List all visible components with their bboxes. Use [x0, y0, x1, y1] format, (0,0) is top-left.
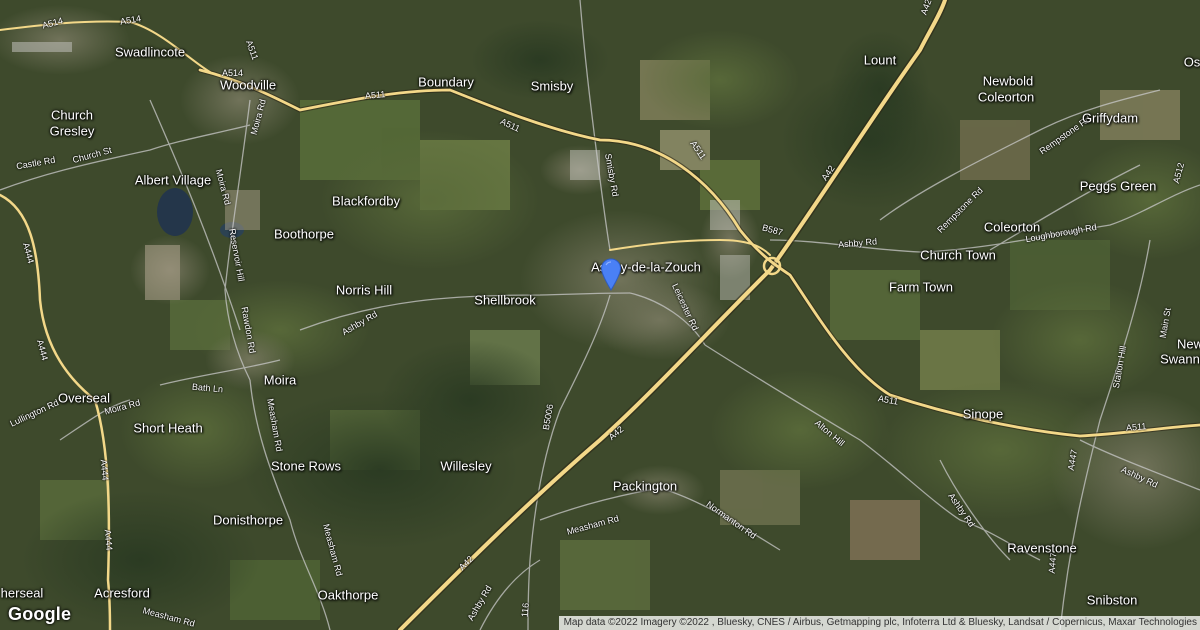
place-label: Peggs Green — [1079, 178, 1157, 194]
place-label: Church — [51, 107, 93, 123]
road-label: A511 — [364, 89, 386, 101]
location-pin-shape — [600, 258, 622, 291]
place-label: Blackfordby — [332, 193, 400, 209]
map-attribution[interactable]: Map data ©2022 Imagery ©2022 , Bluesky, … — [558, 616, 1200, 630]
place-label: Church Town — [920, 247, 996, 263]
place-label: Coleorton — [983, 219, 1041, 235]
place-label: Overseal — [57, 390, 111, 406]
place-label: Norris Hill — [335, 282, 393, 298]
place-label: Swannin — [1160, 351, 1200, 367]
place-label: Ravenstone — [1007, 540, 1077, 556]
place-label: Snibston — [1086, 592, 1138, 608]
road-label: A514 — [222, 68, 244, 78]
map-view[interactable]: A514 A514 A511 A514 Moira Rd A511 A511 A… — [0, 0, 1200, 630]
place-label: Oakthorpe — [317, 587, 379, 603]
place-label: Packington — [612, 478, 678, 494]
place-label: Smisby — [530, 78, 574, 94]
place-label: Donisthorpe — [212, 512, 284, 528]
place-label: Swadlincote — [114, 44, 186, 60]
road-label: A444 — [102, 529, 115, 551]
place-label: Boothorpe — [274, 226, 334, 242]
place-label: Willesley — [440, 458, 492, 474]
road-label: 116 — [519, 602, 531, 618]
road-label: A444 — [98, 459, 111, 481]
place-label: herseal — [0, 585, 44, 601]
place-label: Shellbrook — [474, 292, 536, 308]
place-label: Short Heath — [133, 420, 203, 436]
place-label: Boundary — [418, 74, 474, 90]
place-label: Os — [1183, 54, 1200, 70]
place-label: Farm Town — [888, 279, 954, 295]
place-label: Coleorton — [977, 89, 1035, 105]
place-label: Moira — [263, 372, 297, 388]
place-label: Stone Rows — [270, 458, 342, 474]
place-label: Griffydam — [1081, 110, 1139, 126]
google-logo: Google — [8, 604, 72, 624]
place-label: New — [1176, 336, 1200, 352]
place-label: Newbold — [982, 73, 1034, 89]
place-label: Woodville — [219, 77, 277, 93]
place-label: Acresford — [94, 585, 150, 601]
location-pin-icon[interactable] — [600, 258, 622, 292]
place-label: Lount — [863, 52, 897, 68]
place-label: Sinope — [962, 406, 1004, 422]
place-label: Albert Village — [134, 172, 212, 188]
road-label: A511 — [1125, 421, 1147, 433]
place-label: Gresley — [49, 123, 95, 139]
